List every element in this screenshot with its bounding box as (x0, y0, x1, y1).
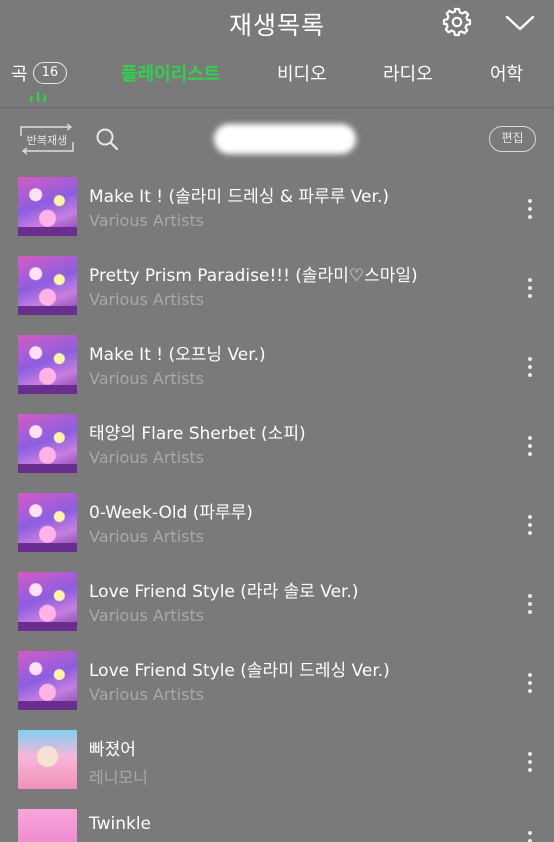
edit-button[interactable]: 편집 (489, 126, 536, 152)
list-item[interactable]: Make It ! (오프닝 Ver.) Various Artists (0, 326, 554, 405)
list-item[interactable]: Love Friend Style (솔라미 드레싱 Ver.) Various… (0, 642, 554, 721)
song-artist: Various Artists (89, 606, 205, 625)
list-item[interactable]: Pretty Prism Paradise!!! (솔라미♡스마일) Vario… (0, 247, 554, 326)
tab-radio[interactable]: 라디오 (383, 60, 433, 86)
more-icon[interactable] (524, 356, 536, 378)
song-count-badge: 16 (32, 62, 68, 84)
song-title: 태양의 Flare Sherbet (소피) (89, 424, 306, 444)
list-item[interactable]: Make It ! (솔라미 드레싱 & 파루루 Ver.) Various A… (0, 168, 554, 247)
song-artist: Various Artists (89, 211, 205, 230)
list-item[interactable]: 태양의 Flare Sherbet (소피) Various Artists (0, 405, 554, 484)
more-icon[interactable] (524, 593, 536, 615)
album-art (18, 256, 77, 315)
top-bar: 재생목록 (0, 0, 554, 48)
list-item[interactable]: 0-Week-Old (파루루) Various Artists (0, 484, 554, 563)
more-icon[interactable] (524, 514, 536, 536)
list-item[interactable]: 빠졌어 레니모니 (0, 721, 554, 800)
song-title: 0-Week-Old (파루루) (89, 503, 253, 523)
song-artist: Various Artists (89, 290, 205, 309)
tab-video[interactable]: 비디오 (277, 60, 327, 86)
tab-playlist[interactable]: 플레이리스트 (121, 60, 220, 86)
more-icon[interactable] (524, 198, 536, 220)
more-icon[interactable] (524, 751, 536, 773)
song-title: Love Friend Style (라라 솔로 Ver.) (89, 582, 359, 602)
repeat-label: 반복재생 (26, 134, 68, 147)
more-icon[interactable] (524, 277, 536, 299)
song-title: 빠졌어 (89, 740, 136, 760)
gear-icon[interactable] (441, 6, 473, 38)
song-artist: 레니모니 (89, 768, 148, 787)
list-item[interactable]: Twinkle (0, 800, 554, 842)
album-art (18, 414, 77, 473)
song-artist: Various Artists (89, 448, 205, 467)
equalizer-icon (30, 92, 46, 102)
more-icon[interactable] (524, 672, 536, 694)
song-list: Make It ! (솔라미 드레싱 & 파루루 Ver.) Various A… (0, 168, 554, 842)
song-artist: Various Artists (89, 369, 205, 388)
album-art (18, 493, 77, 552)
album-art (18, 730, 77, 789)
song-artist: Various Artists (89, 685, 205, 704)
album-art (18, 809, 77, 842)
song-title: Make It ! (오프닝 Ver.) (89, 345, 266, 365)
tab-language[interactable]: 어학 (490, 60, 523, 86)
list-item[interactable]: Love Friend Style (라라 솔로 Ver.) Various A… (0, 563, 554, 642)
repeat-button[interactable]: 반복재생 (17, 122, 77, 156)
playlist-toolbar: 반복재생 편집 (0, 110, 554, 168)
more-icon[interactable] (524, 435, 536, 457)
redacted-playlist-name (214, 124, 356, 154)
song-artist: Various Artists (89, 527, 205, 546)
category-tabs: 곡 16 플레이리스트 비디오 라디오 어학 (0, 50, 554, 108)
more-icon[interactable] (524, 830, 536, 842)
album-art (18, 177, 77, 236)
song-title: Make It ! (솔라미 드레싱 & 파루루 Ver.) (89, 187, 389, 207)
search-icon[interactable] (94, 126, 120, 152)
chevron-down-icon[interactable] (504, 10, 536, 36)
tab-songs[interactable]: 곡 16 (11, 60, 68, 86)
album-art (18, 572, 77, 631)
album-art (18, 335, 77, 394)
tab-songs-label: 곡 (11, 64, 28, 85)
song-title: Pretty Prism Paradise!!! (솔라미♡스마일) (89, 266, 418, 286)
song-title: Love Friend Style (솔라미 드레싱 Ver.) (89, 661, 390, 681)
album-art (18, 651, 77, 710)
song-title: Twinkle (89, 814, 151, 834)
